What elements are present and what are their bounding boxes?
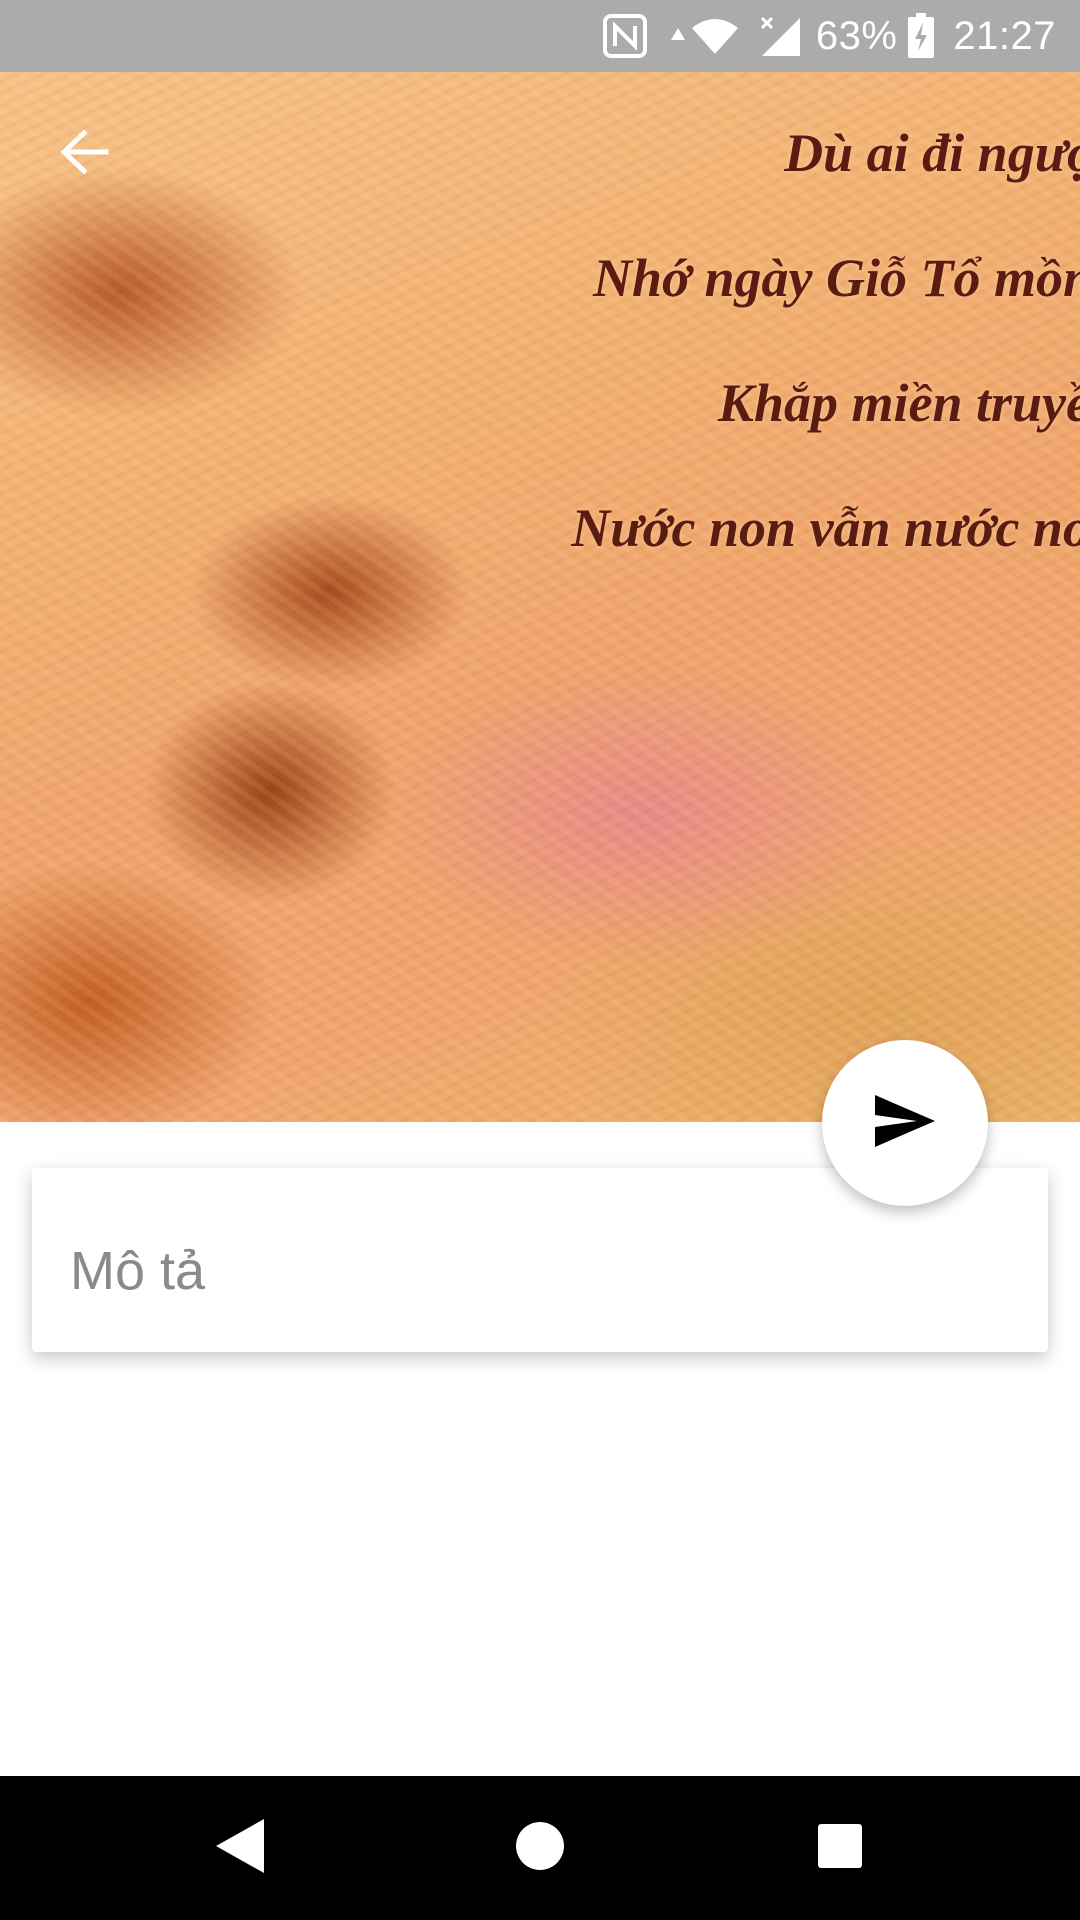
home-circle-icon	[515, 1821, 565, 1876]
back-triangle-icon	[214, 1817, 266, 1880]
clock: 21:27	[953, 13, 1056, 58]
send-icon	[873, 1093, 937, 1154]
image-texture	[0, 72, 1080, 1122]
poem-line-2: Nhớ ngày Giỗ Tổ mồng	[592, 248, 1080, 308]
navigation-bar	[0, 1776, 1080, 1920]
battery-percentage: 63%	[815, 13, 898, 58]
recents-square-icon	[817, 1823, 863, 1874]
back-button[interactable]	[48, 118, 120, 190]
battery-charging-icon	[907, 13, 935, 59]
arrow-left-icon	[58, 128, 110, 181]
poem-line-4: Nước non vẫn nước non	[571, 498, 1080, 558]
nav-recents-button[interactable]	[768, 1776, 912, 1920]
nfc-icon	[602, 13, 648, 59]
wifi-icon	[690, 16, 740, 56]
send-button[interactable]	[822, 1040, 988, 1206]
nav-back-button[interactable]	[168, 1776, 312, 1920]
image-preview: Dù ai đi ngược Nhớ ngày Giỗ Tổ mồng Khắp…	[0, 72, 1080, 1122]
data-arrow-icon	[670, 26, 686, 46]
poem-line-1: Dù ai đi ngược	[784, 123, 1080, 183]
signal-icon	[758, 14, 802, 58]
description-input[interactable]	[68, 1239, 1048, 1303]
nav-home-button[interactable]	[468, 1776, 612, 1920]
poem-line-3: Khắp miền truyền	[717, 373, 1080, 433]
status-bar: 63% 21:27	[0, 0, 1080, 72]
